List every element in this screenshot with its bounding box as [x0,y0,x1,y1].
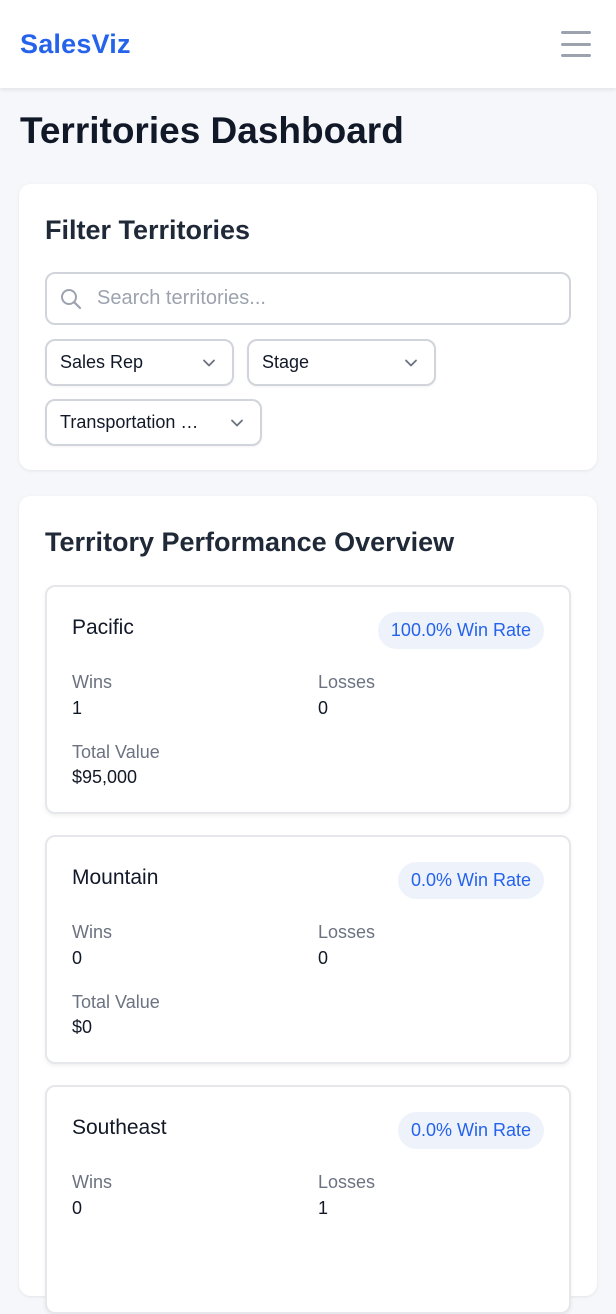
losses-label: Losses [318,1172,376,1192]
losses-value: 1 [318,1198,329,1218]
filter-card: Filter Territories Sales Rep Stage Trans… [19,184,597,470]
total-value-label: Total Value [72,742,160,762]
total-value-label: Total Value [72,992,160,1012]
territory-card-mountain[interactable]: Mountain 0.0% Win Rate Wins 0 Losses 0 T… [45,835,571,1064]
losses-label: Losses [318,672,376,692]
wins-label: Wins [72,922,112,942]
performance-overview-card: Territory Performance Overview Pacific 1… [19,496,597,1314]
sales-rep-select[interactable]: Sales Rep [45,339,234,386]
chevron-down-icon [405,359,417,366]
wins-label: Wins [72,1172,112,1192]
territory-card-pacific[interactable]: Pacific 100.0% Win Rate Wins 1 Losses 0 … [45,585,571,814]
industry-select[interactable]: Transportation & Logistics [45,399,262,446]
total-value-value: $0 [72,1017,93,1037]
territory-name: Mountain [72,866,159,889]
wins-value: 1 [72,698,83,718]
win-rate-badge: 100.0% Win Rate [377,612,544,649]
top-nav-bar: SalesViz [0,0,616,88]
search-field[interactable] [45,272,571,325]
losses-value: 0 [318,698,329,718]
wins-value: 0 [72,1198,83,1218]
wins-label: Wins [72,672,112,692]
losses-value: 0 [318,948,329,968]
overview-card-title: Territory Performance Overview [45,527,455,557]
territory-card-southeast[interactable]: Southeast 0.0% Win Rate Wins 0 Losses 1 [45,1085,571,1314]
hamburger-menu-icon[interactable] [561,31,591,57]
brand-logo[interactable]: SalesViz [20,29,131,60]
chevron-down-icon [203,359,215,366]
filter-card-title: Filter Territories [45,215,251,245]
total-value-value: $95,000 [72,767,138,787]
losses-label: Losses [318,922,376,942]
territory-name: Pacific [72,616,134,639]
stage-select-label: Stage [262,352,310,372]
stage-select[interactable]: Stage [247,339,436,386]
chevron-down-icon [231,419,243,426]
win-rate-badge: 0.0% Win Rate [397,1112,544,1149]
sales-rep-select-label: Sales Rep [60,352,144,372]
wins-value: 0 [72,948,83,968]
territory-name: Southeast [72,1116,167,1139]
page-title: Territories Dashboard [20,110,404,151]
industry-select-label: Transportation & Logistics [60,412,210,432]
win-rate-badge: 0.0% Win Rate [397,862,544,899]
search-input[interactable] [97,287,537,310]
search-icon [61,288,82,309]
